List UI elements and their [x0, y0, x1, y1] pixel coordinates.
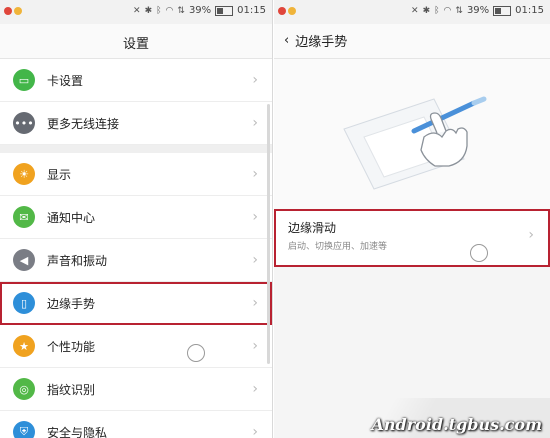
chevron-right-icon: › [252, 295, 258, 311]
page-title: 边缘手势 [295, 35, 348, 50]
scrollbar[interactable] [267, 104, 270, 364]
minimize-dot-icon [14, 7, 22, 15]
back-button[interactable]: ‹ 边缘手势 [284, 31, 347, 50]
signal-icon: ✕ [411, 5, 419, 16]
settings-item-label: 通知中心 [47, 210, 96, 225]
edge-swipe-title: 边缘滑动 [288, 221, 337, 235]
data-icon: ⇅ [177, 5, 185, 16]
settings-group-1: ▭ 卡设置 › ••• 更多无线连接 › [0, 59, 272, 145]
data-icon: ⇅ [455, 5, 463, 16]
window-dots [278, 7, 298, 18]
settings-item-sim[interactable]: ▭ 卡设置 › [0, 59, 272, 102]
bluetooth-icon: ᛒ [434, 5, 440, 16]
settings-item-label: 显示 [47, 167, 72, 182]
more-icon: ••• [13, 112, 35, 134]
battery-icon [493, 5, 512, 16]
star-box-icon: ★ [13, 335, 35, 357]
settings-item-label: 安全与隐私 [47, 425, 108, 438]
phone-edge-icon: ▯ [13, 292, 35, 314]
close-dot-icon [4, 7, 12, 15]
edge-swipe-subtitle: 启动、切换应用、加速等 [288, 242, 388, 252]
chevron-right-icon: › [252, 72, 258, 88]
chevron-left-icon: ‹ [284, 33, 290, 48]
bluetooth-icon: ᛒ [156, 5, 162, 16]
chevron-right-icon: › [252, 424, 258, 438]
chevron-right-icon: › [252, 166, 258, 182]
settings-item-label: 更多无线连接 [47, 116, 120, 131]
wifi-icon: ◠ [443, 5, 452, 16]
touch-indicator [470, 244, 488, 262]
window-dots [4, 7, 24, 18]
chevron-right-icon: › [528, 227, 534, 243]
settings-item-sound[interactable]: ◀ 声音和振动 › [0, 239, 272, 282]
chevron-right-icon: › [252, 209, 258, 225]
settings-item-label: 指纹识别 [47, 382, 96, 397]
settings-item-notification[interactable]: ✉ 通知中心 › [0, 196, 272, 239]
hand-swipe-illustration-icon [343, 96, 487, 190]
chat-icon: ✉ [13, 206, 35, 228]
settings-item-edge-gesture[interactable]: ▯ 边缘手势 › [0, 282, 272, 325]
minimize-dot-icon [288, 7, 296, 15]
edge-swipe-illustration [274, 59, 550, 209]
status-bar: ✕ ✱ ᛒ ◠ ⇅ 39% 01:15 [274, 0, 550, 24]
wifi-icon: ◠ [165, 5, 174, 16]
left-settings-screen: ✕ ✱ ᛒ ◠ ⇅ 39% 01:15 设置 ▭ 卡设置 › ••• 更多无线连… [0, 0, 273, 438]
settings-item-security[interactable]: ⛨ 安全与隐私 › [0, 411, 272, 438]
chevron-right-icon: › [252, 381, 258, 397]
page-title: 设置 [122, 37, 149, 52]
speaker-icon: ◀ [13, 249, 35, 271]
touch-indicator [187, 344, 205, 362]
settings-item-personal[interactable]: ★ 个性功能 › [0, 325, 272, 368]
alarm-icon: ✱ [422, 5, 431, 16]
settings-item-label: 声音和振动 [47, 253, 108, 268]
settings-item-fingerprint[interactable]: ◎ 指纹识别 › [0, 368, 272, 411]
fingerprint-icon: ◎ [13, 378, 35, 400]
settings-group-2: ☀ 显示 › ✉ 通知中心 › ◀ 声音和振动 › ▯ 边缘手势 › ★ 个性功… [0, 153, 272, 438]
settings-item-label: 个性功能 [47, 339, 96, 354]
signal-icon: ✕ [133, 5, 141, 16]
battery-icon [215, 5, 234, 16]
shield-icon: ⛨ [13, 421, 35, 438]
settings-item-display[interactable]: ☀ 显示 › [0, 153, 272, 196]
battery-percent: 39% [466, 5, 490, 16]
settings-header: 设置 [0, 24, 272, 59]
battery-percent: 39% [188, 5, 212, 16]
sim-card-icon: ▭ [13, 69, 35, 91]
edge-swipe-item[interactable]: 边缘滑动 启动、切换应用、加速等 › [274, 209, 550, 267]
close-dot-icon [278, 7, 286, 15]
alarm-icon: ✱ [144, 5, 153, 16]
chevron-right-icon: › [252, 252, 258, 268]
settings-item-label: 边缘手势 [47, 296, 96, 311]
edge-gesture-header: ‹ 边缘手势 [274, 24, 550, 59]
settings-item-label: 卡设置 [47, 73, 84, 88]
settings-item-more-wireless[interactable]: ••• 更多无线连接 › [0, 102, 272, 145]
watermark-text: Android.tgbus.com [371, 415, 543, 434]
status-bar: ✕ ✱ ᛒ ◠ ⇅ 39% 01:15 [0, 0, 272, 24]
right-edge-gesture-screen: ✕ ✱ ᛒ ◠ ⇅ 39% 01:15 ‹ 边缘手势 边缘滑动 启动、切换应用、… [274, 0, 550, 438]
chevron-right-icon: › [252, 338, 258, 354]
clock: 01:15 [237, 5, 266, 16]
chevron-right-icon: › [252, 115, 258, 131]
clock: 01:15 [515, 5, 544, 16]
sun-icon: ☀ [13, 163, 35, 185]
